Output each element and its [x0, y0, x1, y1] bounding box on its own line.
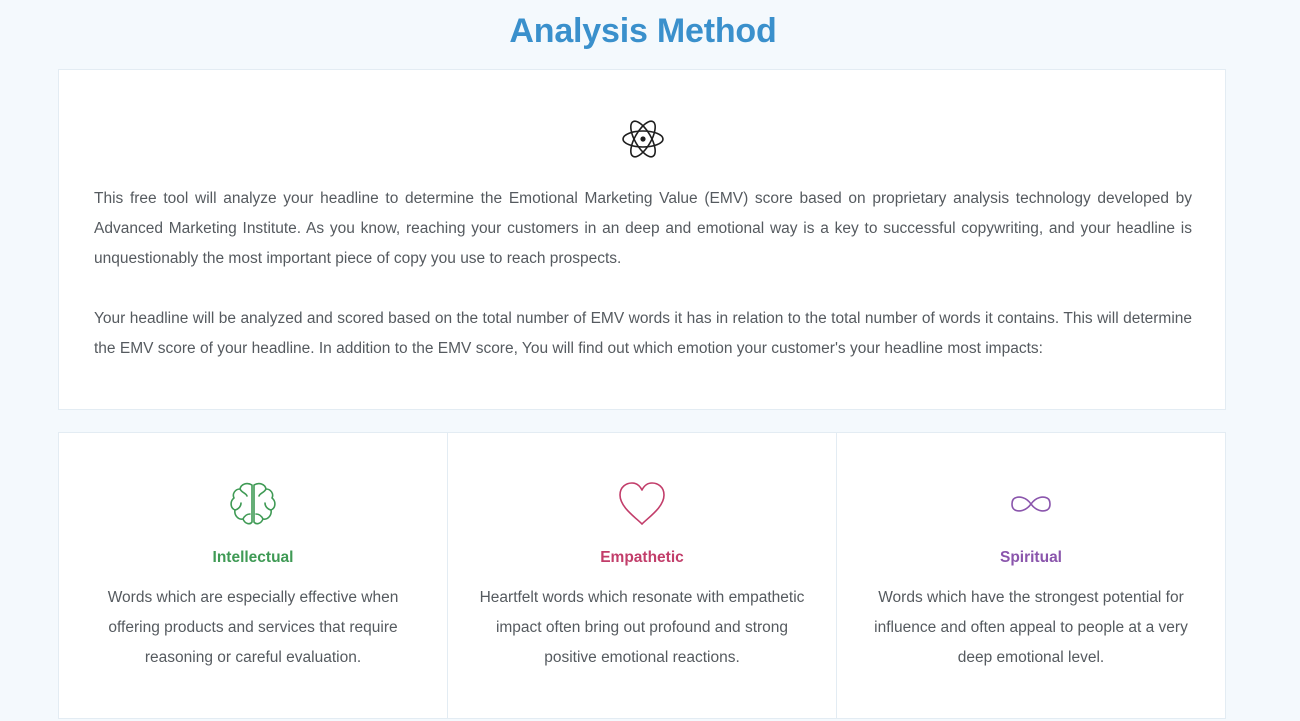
- atom-icon: [622, 120, 664, 158]
- heart-icon: [619, 482, 665, 525]
- feature-title: Spiritual: [999, 549, 1062, 566]
- feature-title: Intellectual: [212, 549, 294, 566]
- feature-spiritual: Spiritual Words which have the strongest…: [836, 433, 1225, 718]
- feature-title: Empathetic: [600, 549, 684, 566]
- intro-paragraph-1: This free tool will analyze your headlin…: [94, 190, 1192, 267]
- emotion-features: Intellectual Words which are especially …: [58, 432, 1226, 719]
- brain-icon: [230, 482, 276, 525]
- feature-description: Heartfelt words which resonate with empa…: [479, 589, 805, 666]
- infinity-icon: [1011, 496, 1051, 512]
- page-title: Analysis Method: [509, 12, 777, 50]
- intro-paragraph-2: Your headline will be analyzed and score…: [94, 310, 1192, 357]
- intro-card: This free tool will analyze your headlin…: [58, 69, 1226, 410]
- feature-description: Words which have the strongest potential…: [874, 589, 1188, 666]
- feature-empathetic: Empathetic Heartfelt words which resonat…: [447, 433, 836, 718]
- feature-description: Words which are especially effective whe…: [107, 589, 399, 666]
- feature-intellectual: Intellectual Words which are especially …: [59, 433, 447, 718]
